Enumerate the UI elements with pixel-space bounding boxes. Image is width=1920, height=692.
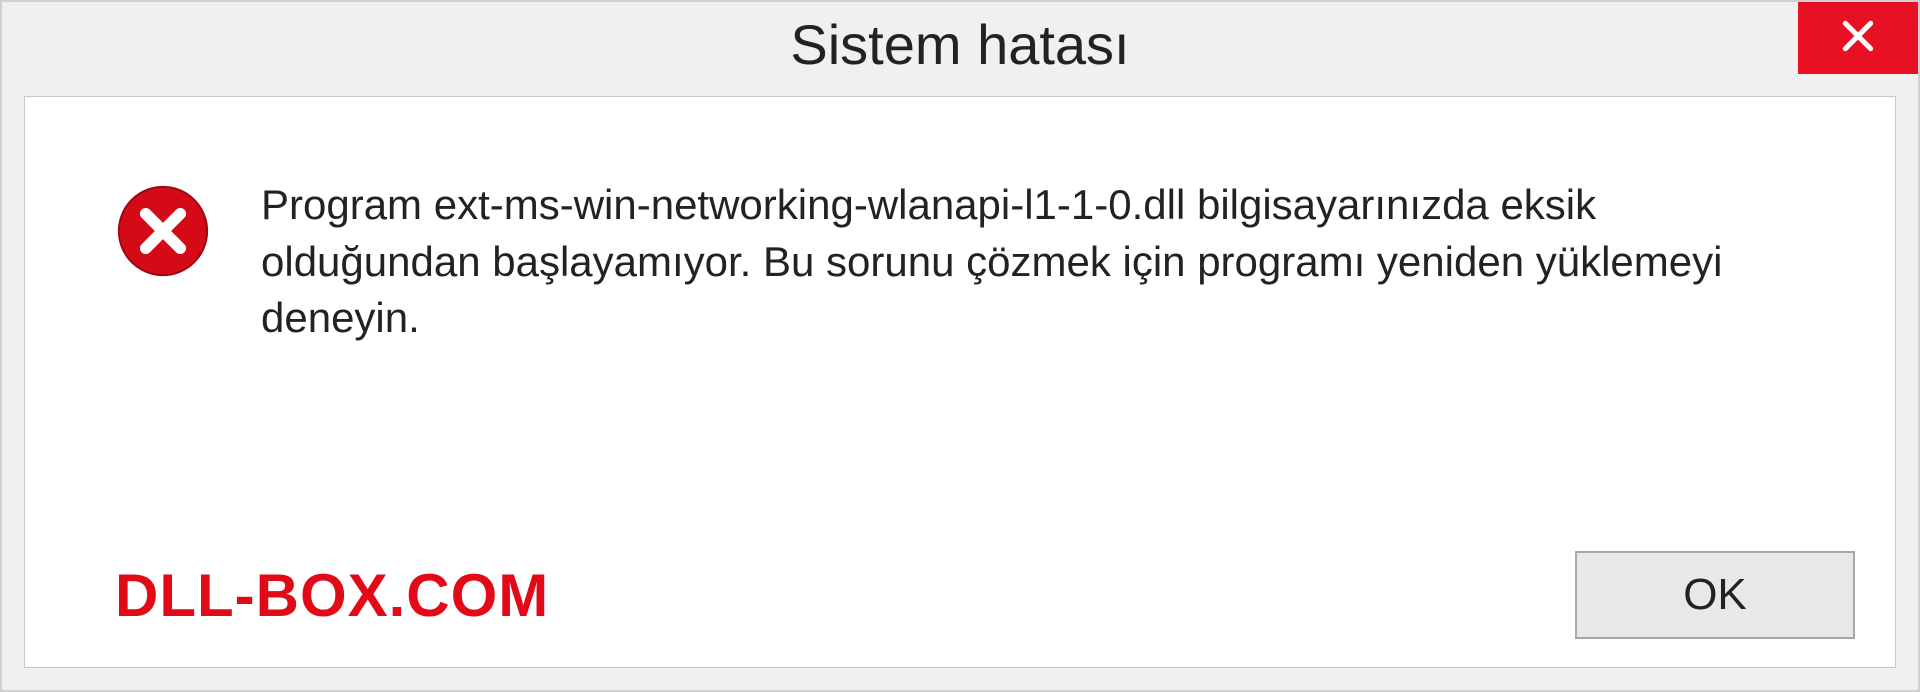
dialog-body: Program ext-ms-win-networking-wlanapi-l1…	[24, 96, 1896, 668]
close-button[interactable]	[1798, 2, 1918, 74]
error-message: Program ext-ms-win-networking-wlanapi-l1…	[261, 177, 1821, 347]
content-row: Program ext-ms-win-networking-wlanapi-l1…	[25, 97, 1895, 551]
error-circle-x-icon	[115, 183, 211, 279]
footer-row: DLL-BOX.COM OK	[25, 551, 1895, 667]
titlebar: Sistem hatası	[2, 2, 1918, 90]
watermark-text: DLL-BOX.COM	[115, 561, 549, 630]
dialog-title: Sistem hatası	[790, 12, 1129, 77]
system-error-dialog: Sistem hatası Program ext-ms-win-network	[0, 0, 1920, 692]
close-icon	[1839, 17, 1877, 60]
ok-button[interactable]: OK	[1575, 551, 1855, 639]
